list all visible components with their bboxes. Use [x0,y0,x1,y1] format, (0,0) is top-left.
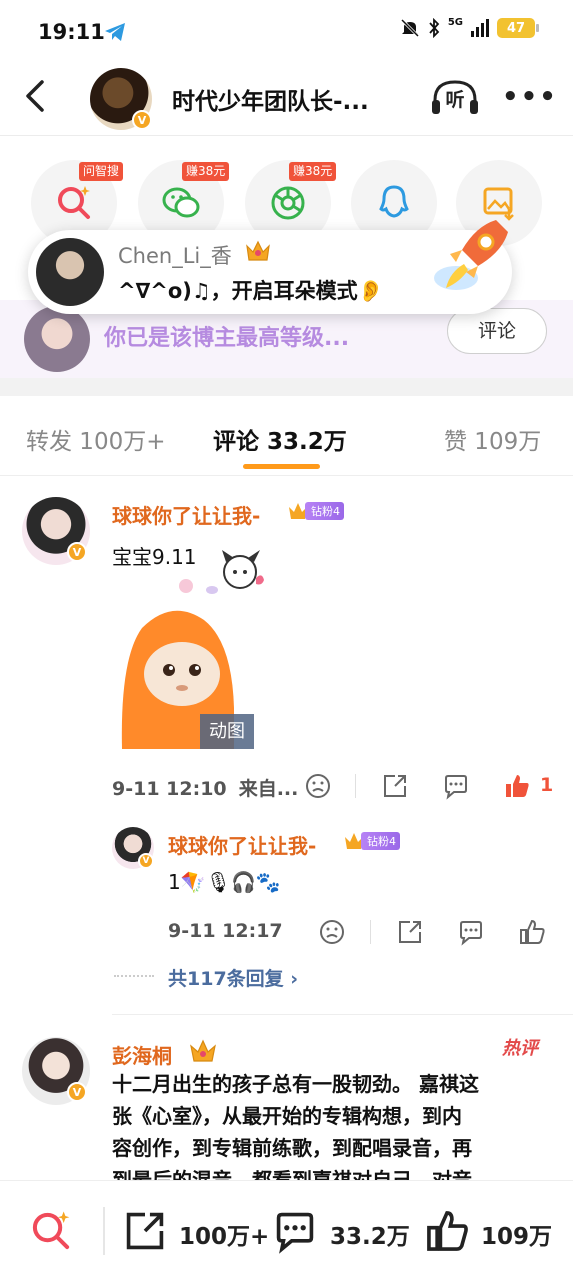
share-icon[interactable] [396,918,424,946]
battery-icon: 47 [497,18,539,38]
telegram-icon [105,23,125,41]
listen-label: 听 [445,89,465,111]
reply-username[interactable]: 球球你了让让我- [168,830,316,859]
nav-bar: V 时代少年团队长-... 听 ••• [0,60,573,136]
section-gap [0,378,573,396]
fan-badge: 钻粉4 [287,501,344,521]
like-count[interactable]: 109万 [481,1217,552,1251]
listen-button[interactable]: 听 [430,76,480,120]
dislike-icon[interactable] [318,918,346,946]
verified-icon: V [138,853,154,869]
tab-likes[interactable]: 赞 109万 [444,422,541,456]
tab-underline [243,464,320,469]
detail-tabs: 转发 100万+ 评论 33.2万 赞 109万 [0,396,573,476]
reply-avatar[interactable]: V [112,827,154,869]
comment-meta: 9-11 12:10 来自... [112,774,298,801]
verified-icon: V [67,542,87,562]
comment-username[interactable]: 彭海桐 [112,1040,172,1069]
network-type: 5G [447,16,463,28]
toast-avatar [36,238,104,306]
comment-divider [112,1014,573,1015]
qq-icon [379,185,409,218]
action-separator [355,774,356,798]
comment-avatar[interactable]: V [22,497,90,565]
gif-label: 动图 [200,714,254,749]
reply-text: 1🪁🎙🎧🐾 [168,870,281,894]
status-time: 19:11 [38,20,105,44]
bottom-separator [103,1207,105,1255]
like-icon[interactable] [518,918,546,946]
repost-icon[interactable] [122,1208,168,1254]
signal-icon [471,19,489,37]
comment-count[interactable]: 33.2万 [330,1217,410,1251]
toast-username: Chen_Li_香 [118,244,232,268]
share-tag: 赚38元 [289,162,337,181]
comment-avatar[interactable]: V [22,1037,90,1105]
tab-comments[interactable]: 评论 33.2万 [213,422,347,456]
fan-badge-label: 钻粉4 [361,832,400,850]
comment-icon[interactable] [272,1208,318,1254]
fan-badge: 钻粉4 [343,831,400,851]
bottom-action-bar: 100万+ 33.2万 109万 [0,1180,573,1280]
share-tag: 问智搜 [79,162,124,181]
verified-icon: V [67,1082,87,1102]
mute-icon [400,18,419,38]
like-icon[interactable] [424,1208,470,1254]
dislike-icon[interactable] [304,772,332,800]
comment-time: 9-11 12:10 [112,778,227,800]
search-icon [58,186,90,219]
hot-comment-badge: 热评 [502,1038,538,1059]
status-bar: 19:11 5G 47 [0,0,573,60]
moments-icon [271,186,305,220]
fan-level-text: 你已是该博主最高等级... [104,326,350,351]
comment-text-line: 十二月出生的孩子总有一股韧劲。 嘉祺这 [112,1072,479,1096]
repost-count[interactable]: 100万+ [179,1217,269,1251]
crown-icon [246,240,270,261]
verified-icon: V [132,110,152,130]
more-button[interactable]: ••• [502,82,558,112]
comment-text-line: 容创作，到专辑前练歌，到配唱录音，再 [112,1136,472,1160]
comment-icon[interactable] [457,918,485,946]
like-icon[interactable] [503,772,531,800]
comment-source: 来自... [238,778,299,800]
wechat-icon [162,187,200,218]
share-icon[interactable] [381,772,409,800]
fan-badge-label: 钻粉4 [305,502,344,520]
toast-message: ^∇^o)♫，开启耳朵模式👂 [118,279,384,303]
page-title[interactable]: 时代少年团队长-... [172,82,369,116]
my-avatar [24,306,90,372]
view-replies-link[interactable]: 共117条回复 › [168,964,298,991]
comment-button[interactable]: 评论 [447,308,547,354]
tab-reposts[interactable]: 转发 100万+ [26,422,165,456]
fan-toast[interactable]: Chen_Li_香 ^∇^o)♫，开启耳朵模式👂 [28,220,512,314]
like-count: 1 [540,774,554,796]
comment-username[interactable]: 球球你了让让我- [112,500,260,529]
reply-dots [114,975,154,977]
author-avatar[interactable]: V [90,68,152,130]
comment-icon[interactable] [442,772,470,800]
action-separator [370,920,371,944]
rocket-icon [434,220,508,290]
share-tag: 赚38元 [182,162,230,181]
comment-text-line: 张《心室》，从最开始的专辑构想，到内 [112,1104,462,1128]
bluetooth-icon [429,18,440,38]
kuromi-sticker-icon [179,550,264,594]
back-button[interactable] [20,76,52,116]
search-icon[interactable] [28,1208,74,1254]
crown-icon [190,1039,216,1062]
status-indicators: 5G 47 [400,16,539,38]
reply-time: 9-11 12:17 [168,920,283,942]
